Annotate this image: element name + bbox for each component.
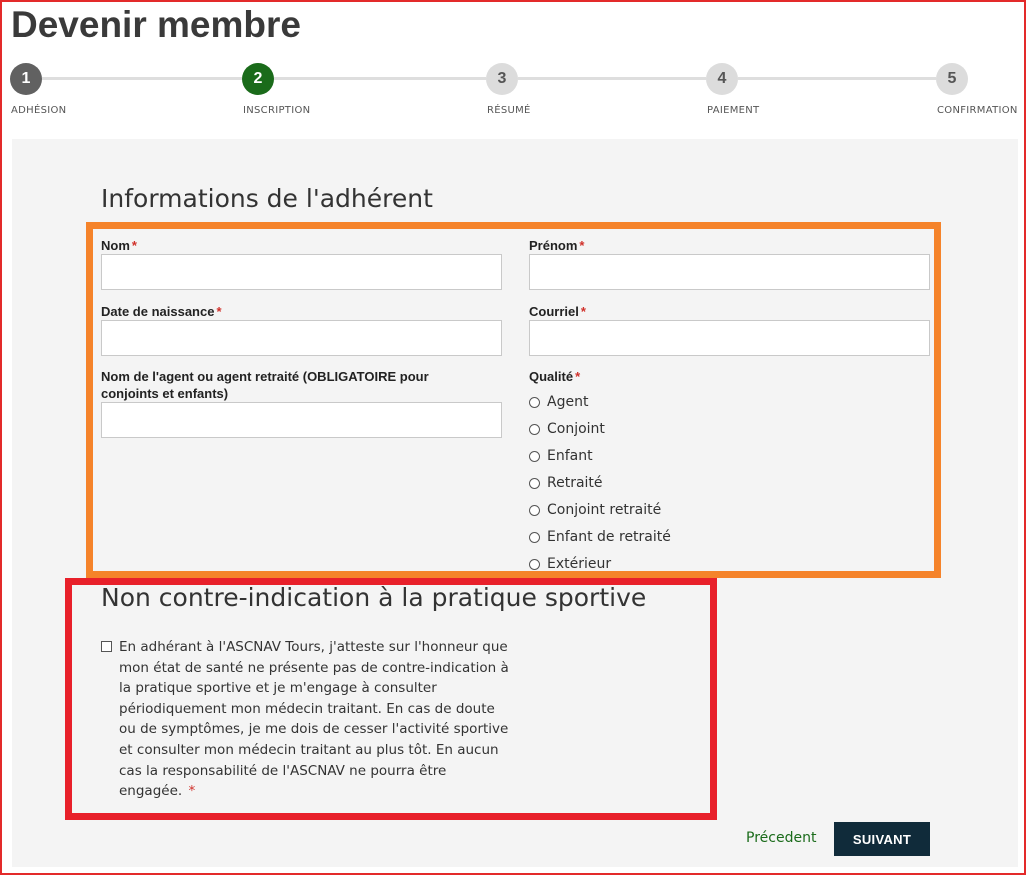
health-title: Non contre-indication à la pratique spor… bbox=[101, 583, 647, 612]
nom-label: Nom * bbox=[101, 238, 137, 253]
qualite-label: Qualité * bbox=[529, 369, 581, 384]
agent-input[interactable] bbox=[101, 402, 502, 438]
radio-button[interactable] bbox=[529, 450, 540, 462]
qualite-option-enfant-retraite[interactable]: Enfant de retraité bbox=[529, 528, 671, 546]
step-5-label: CONFIRMATION bbox=[937, 105, 1018, 116]
courriel-label: Courriel * bbox=[529, 304, 586, 319]
date-naissance-label: Date de naissance * bbox=[101, 304, 222, 319]
stepper-line bbox=[274, 77, 486, 80]
nom-input[interactable] bbox=[101, 254, 502, 290]
qualite-option-conjoint-retraite[interactable]: Conjoint retraité bbox=[529, 501, 661, 519]
attestation-text: En adhérant à l'ASCNAV Tours, j'atteste … bbox=[119, 639, 509, 800]
required-mark: * bbox=[580, 304, 586, 319]
radio-label: Enfant bbox=[547, 448, 593, 464]
step-1-label: ADHÉSION bbox=[11, 105, 67, 116]
radio-button[interactable] bbox=[529, 531, 540, 543]
radio-button[interactable] bbox=[529, 558, 540, 570]
progress-stepper: 1 2 3 4 5 ADHÉSION INSCRIPTION RÉSUMÉ PA… bbox=[0, 62, 1026, 122]
radio-button[interactable] bbox=[529, 423, 540, 435]
member-info-title: Informations de l'adhérent bbox=[101, 184, 433, 213]
attestation-checkbox[interactable] bbox=[101, 641, 112, 652]
required-mark: * bbox=[575, 369, 581, 384]
required-mark: * bbox=[188, 783, 196, 800]
stepper-line bbox=[518, 77, 706, 80]
previous-link[interactable]: Précedent bbox=[746, 830, 816, 846]
required-mark: * bbox=[579, 238, 585, 253]
courriel-input[interactable] bbox=[529, 320, 930, 356]
qualite-option-exterieur[interactable]: Extérieur bbox=[529, 555, 611, 573]
radio-label: Enfant de retraité bbox=[547, 529, 671, 545]
prenom-input[interactable] bbox=[529, 254, 930, 290]
qualite-option-agent[interactable]: Agent bbox=[529, 393, 588, 411]
attestation-checkbox-row[interactable]: En adhérant à l'ASCNAV Tours, j'atteste … bbox=[101, 637, 511, 802]
radio-label: Conjoint retraité bbox=[547, 502, 662, 518]
step-4-circle: 4 bbox=[706, 63, 738, 95]
qualite-option-conjoint[interactable]: Conjoint bbox=[529, 420, 605, 438]
next-button[interactable]: SUIVANT bbox=[834, 822, 930, 856]
required-mark: * bbox=[131, 238, 137, 253]
radio-label: Extérieur bbox=[547, 556, 612, 572]
radio-label: Agent bbox=[547, 394, 589, 410]
stepper-line bbox=[42, 77, 242, 80]
step-1-circle[interactable]: 1 bbox=[10, 63, 42, 95]
qualite-option-enfant[interactable]: Enfant bbox=[529, 447, 593, 465]
step-5-circle: 5 bbox=[936, 63, 968, 95]
prenom-label: Prénom * bbox=[529, 238, 585, 253]
radio-label: Conjoint bbox=[547, 421, 605, 437]
radio-label: Retraité bbox=[547, 475, 603, 491]
step-3-circle: 3 bbox=[486, 63, 518, 95]
stepper-line bbox=[738, 77, 936, 80]
step-2-circle: 2 bbox=[242, 63, 274, 95]
required-mark: * bbox=[216, 304, 222, 319]
page-title: Devenir membre bbox=[11, 4, 301, 45]
date-naissance-input[interactable] bbox=[101, 320, 502, 356]
agent-label: Nom de l'agent ou agent retraité (OBLIGA… bbox=[101, 369, 429, 401]
step-3-label: RÉSUMÉ bbox=[487, 105, 531, 116]
step-2-label: INSCRIPTION bbox=[243, 105, 311, 116]
radio-button[interactable] bbox=[529, 396, 540, 408]
radio-button[interactable] bbox=[529, 504, 540, 516]
step-4-label: PAIEMENT bbox=[707, 105, 760, 116]
radio-button[interactable] bbox=[529, 477, 540, 489]
qualite-option-retraite[interactable]: Retraité bbox=[529, 474, 603, 492]
